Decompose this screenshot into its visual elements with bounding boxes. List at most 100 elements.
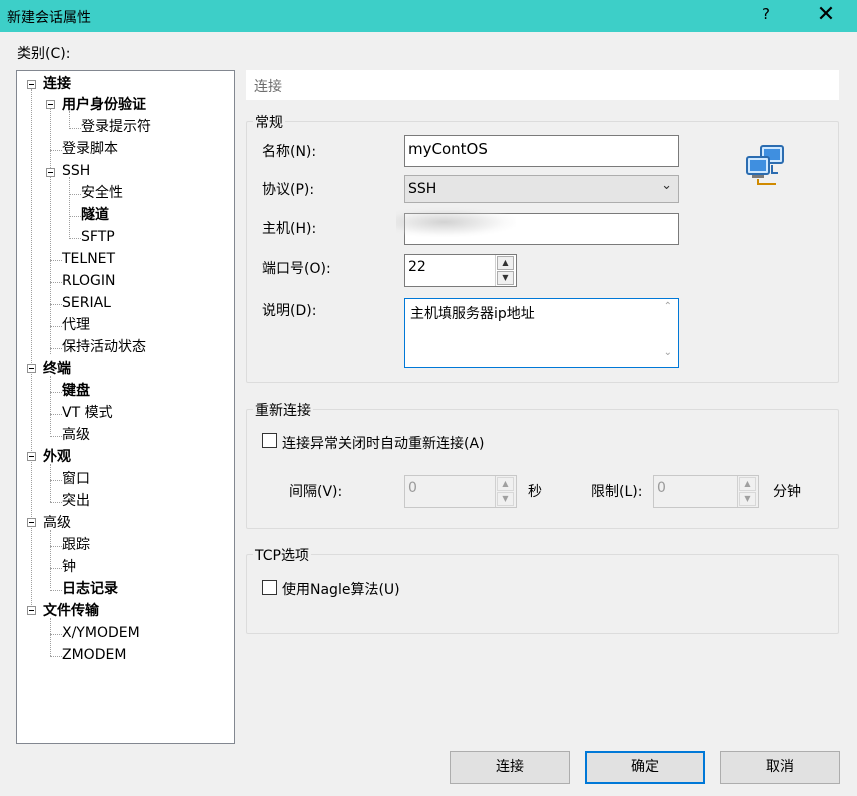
- tree-item-ssh[interactable]: SSH: [62, 161, 90, 181]
- interval-unit: 秒: [528, 484, 542, 500]
- tree-item-security[interactable]: 安全性: [81, 183, 123, 203]
- tree-line: [50, 100, 51, 354]
- tree-item-rlogin[interactable]: RLOGIN: [62, 271, 116, 291]
- limit-value: 0: [657, 480, 666, 496]
- desc-field[interactable]: 主机填服务器ip地址 ⌃ ⌄: [404, 298, 679, 368]
- tree-line: [50, 414, 62, 415]
- tree-item-serial[interactable]: SERIAL: [62, 293, 111, 313]
- tree-item-connection[interactable]: 连接: [43, 74, 71, 94]
- category-label: 类别(C):: [17, 46, 71, 62]
- chevron-down-icon: ⌄: [661, 178, 672, 193]
- spin-up-icon[interactable]: ▲: [739, 477, 756, 491]
- limit-spinner: ▲ ▼: [737, 476, 757, 507]
- scroll-down-icon[interactable]: ⌄: [664, 347, 672, 358]
- name-field[interactable]: myContOS: [404, 135, 679, 167]
- tree-item-keepalive[interactable]: 保持活动状态: [62, 337, 146, 357]
- tree-line: [69, 177, 70, 239]
- tree-item-advanced[interactable]: 高级: [62, 425, 90, 445]
- help-button[interactable]: ?: [762, 5, 770, 23]
- tree-expander[interactable]: [27, 364, 36, 373]
- reconnect-group-title: 重新连接: [253, 400, 313, 420]
- spin-up-icon[interactable]: ▲: [497, 256, 514, 270]
- close-button[interactable]: ✕: [812, 2, 840, 30]
- title-bar: 新建会话属性 ? ✕: [0, 0, 857, 32]
- tree-line: [50, 326, 62, 327]
- port-spinner: ▲ ▼: [495, 255, 515, 286]
- auto-reconnect-checkbox[interactable]: [262, 433, 277, 448]
- spin-down-icon[interactable]: ▼: [497, 492, 514, 506]
- section-header: 连接: [246, 70, 839, 100]
- tree-item-sftp[interactable]: SFTP: [81, 227, 115, 247]
- nagle-checkbox[interactable]: [262, 580, 277, 595]
- redacted-host-blur: [396, 207, 516, 237]
- port-field[interactable]: 22 ▲ ▼: [404, 254, 517, 287]
- name-label: 名称(N):: [262, 144, 317, 160]
- tree-expander[interactable]: [46, 168, 55, 177]
- window-title: 新建会话属性: [7, 10, 91, 26]
- tree-expander[interactable]: [27, 80, 36, 89]
- nagle-label: 使用Nagle算法(U): [282, 582, 400, 598]
- interval-label: 间隔(V):: [289, 484, 343, 500]
- host-label: 主机(H):: [262, 221, 317, 237]
- tree-item-appearance[interactable]: 外观: [43, 447, 71, 467]
- tree-item-auth[interactable]: 用户身份验证: [62, 95, 146, 115]
- tree-line: [50, 618, 51, 656]
- protocol-select[interactable]: SSH ⌄: [404, 175, 679, 203]
- interval-field[interactable]: 0 ▲ ▼: [404, 475, 517, 508]
- tcp-group-title: TCP选项: [253, 545, 311, 565]
- tree-expander[interactable]: [27, 452, 36, 461]
- tree-item-bell[interactable]: 钟: [62, 557, 76, 577]
- spin-down-icon[interactable]: ▼: [739, 492, 756, 506]
- tree-item-login-script[interactable]: 登录脚本: [62, 139, 118, 159]
- tree-item-file-transfer[interactable]: 文件传输: [43, 601, 99, 621]
- limit-label: 限制(L):: [591, 484, 643, 500]
- tree-line: [50, 392, 62, 393]
- tree-item-trace[interactable]: 跟踪: [62, 535, 90, 555]
- tree-line: [50, 282, 62, 283]
- tree-expander[interactable]: [27, 518, 36, 527]
- cancel-button[interactable]: 取消: [720, 751, 840, 784]
- tree-item-advanced2[interactable]: 高级: [43, 513, 71, 533]
- tree-line: [69, 194, 81, 195]
- tree-item-telnet[interactable]: TELNET: [62, 249, 115, 269]
- tree-item-proxy[interactable]: 代理: [62, 315, 90, 335]
- tree-line: [69, 216, 81, 217]
- tree-item-login-prompt[interactable]: 登录提示符: [81, 117, 151, 137]
- tree-line: [50, 502, 62, 503]
- tree-item-highlight[interactable]: 突出: [62, 491, 90, 511]
- network-computers-icon: [746, 145, 784, 185]
- tree-item-window[interactable]: 窗口: [62, 469, 90, 489]
- tree-line: [50, 656, 62, 657]
- tree-line: [50, 480, 62, 481]
- ok-button[interactable]: 确定: [585, 751, 705, 784]
- limit-field[interactable]: 0 ▲ ▼: [653, 475, 759, 508]
- connect-button[interactable]: 连接: [450, 751, 570, 784]
- spin-down-icon[interactable]: ▼: [497, 271, 514, 285]
- desc-label: 说明(D):: [262, 303, 317, 319]
- tree-line: [50, 376, 51, 434]
- tree-expander[interactable]: [46, 100, 55, 109]
- port-label: 端口号(O):: [262, 261, 331, 277]
- tree-line: [50, 464, 51, 502]
- scroll-up-icon[interactable]: ⌃: [664, 301, 672, 312]
- tree-line: [69, 128, 81, 129]
- tree-line: [50, 546, 62, 547]
- tree-line: [50, 590, 62, 591]
- protocol-select-value: SSH: [408, 181, 437, 197]
- category-tree[interactable]: 连接 用户身份验证 登录提示符 登录脚本 SSH 安全性 隧道 SFTP TEL…: [16, 70, 235, 744]
- tree-item-tunnel[interactable]: 隧道: [81, 205, 109, 225]
- tree-expander[interactable]: [27, 606, 36, 615]
- port-value: 22: [408, 259, 426, 275]
- tree-item-vt-mode[interactable]: VT 模式: [62, 403, 113, 423]
- tree-line: [50, 530, 51, 588]
- tree-item-log[interactable]: 日志记录: [62, 579, 118, 599]
- tree-item-xymodem[interactable]: X/YMODEM: [62, 623, 140, 643]
- tree-item-zmodem[interactable]: ZMODEM: [62, 645, 126, 665]
- desc-value: 主机填服务器ip地址: [410, 306, 535, 322]
- tree-line: [31, 89, 32, 615]
- tree-item-keyboard[interactable]: 键盘: [62, 381, 90, 401]
- tree-line: [50, 304, 62, 305]
- spin-up-icon[interactable]: ▲: [497, 477, 514, 491]
- tree-item-terminal[interactable]: 终端: [43, 359, 71, 379]
- tree-line: [50, 348, 62, 349]
